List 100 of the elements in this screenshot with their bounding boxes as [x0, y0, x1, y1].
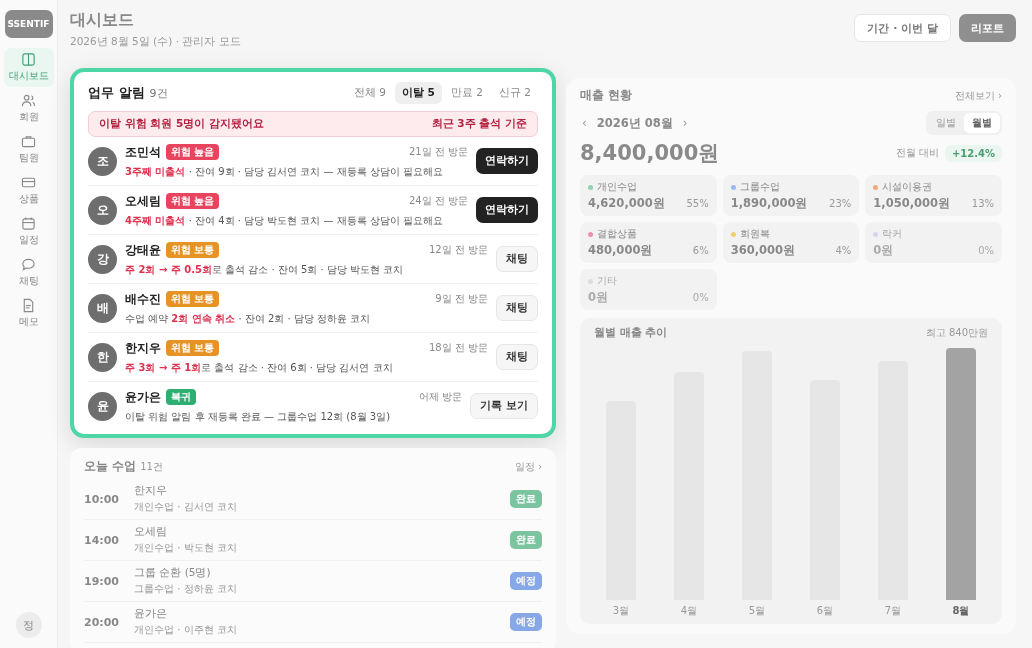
sidebar-item[interactable]: 채팅 [3, 253, 54, 292]
report-button[interactable]: 리포트 [959, 14, 1016, 42]
last-visit: 12일 전 방문 [428, 243, 488, 257]
class-name: 그룹 순환 (5명) [134, 566, 212, 580]
status-badge: 예정 [510, 572, 542, 590]
month-label: 8월 [952, 604, 970, 618]
view-all-link[interactable]: 전체보기 › [954, 88, 1002, 103]
contact-button[interactable]: 연락하기 [476, 197, 538, 223]
month-label: 4월 [680, 604, 698, 618]
risk-badge: 위험 보통 [166, 291, 220, 307]
filter-tab[interactable]: 전체 9 [346, 82, 393, 104]
month-label: 5월 [748, 604, 766, 618]
next-button[interactable]: › [680, 116, 690, 130]
total-amount: 8,400,000원 [580, 140, 720, 167]
category-amount: 0원 [873, 243, 894, 258]
action-button[interactable]: 채팅 [496, 246, 538, 272]
category-share: 23% [829, 198, 852, 209]
filter-tab[interactable]: 신규 2 [491, 82, 538, 104]
chart-title: 월별 매출 추이 [594, 326, 668, 340]
class-detail: 개인수업 · 김서연 코치 [134, 500, 238, 514]
filter-tab[interactable]: 만료 2 [443, 82, 490, 104]
class-count: 11건 [140, 460, 163, 474]
month-label: 2026년 08월 [596, 115, 673, 131]
member-avatar: 윤 [88, 391, 117, 421]
category-name: 기타 [597, 274, 617, 288]
member-avatar: 한 [88, 342, 117, 372]
previous-button[interactable]: ‹ [580, 116, 589, 130]
category-amount: 1,890,000원 [730, 196, 808, 211]
user-avatar[interactable]: 정 [15, 612, 42, 638]
category-name: 시설이용권 [882, 180, 933, 194]
class-detail: 개인수업 · 박도현 코치 [134, 541, 238, 555]
alert-detail: 주 3회 → 주 1회로 출석 감소 · 잔여 6회 · 담당 김서연 코치 [125, 360, 394, 375]
category-name: 회원복 [739, 227, 770, 241]
banner-note: 최근 3주 출석 기준 [431, 117, 527, 131]
risk-badge: 위험 보통 [166, 340, 220, 356]
category-amount: 360,000원 [730, 243, 796, 258]
class-time: 19:00 [84, 574, 120, 588]
briefcase-icon [21, 134, 36, 149]
alert-detail: 3주째 미출석 · 잔여 9회 · 담당 김서연 코치 — 재등록 상담이 필요해요 [125, 164, 445, 179]
banner-message: 이탈 위험 회원 5명이 감지됐어요 [99, 117, 264, 131]
category-name: 개인수업 [597, 180, 637, 194]
member-name: 조민석 [125, 143, 161, 161]
sidebar-item[interactable]: 일정 [3, 212, 54, 251]
risk-badge: 복귀 [166, 389, 196, 405]
alert-detail: 주 2회 → 주 0.5회로 출석 감소 · 잔여 5회 · 담당 박도현 코치 [125, 262, 405, 277]
member-name: 강태윤 [125, 241, 161, 259]
contact-button[interactable]: 연락하기 [476, 148, 538, 174]
category-amount: 1,050,000원 [873, 196, 951, 211]
risk-badge: 위험 높음 [166, 144, 220, 160]
class-name: 윤가은 [134, 607, 168, 621]
sidebar-item[interactable]: 상품 [3, 171, 54, 210]
category-share: 6% [692, 245, 709, 256]
class-time: 10:00 [84, 492, 120, 506]
last-visit: 24일 전 방문 [408, 194, 468, 208]
category-name: 결합상품 [597, 227, 637, 241]
status-badge: 예정 [510, 613, 542, 631]
member-avatar: 강 [88, 244, 117, 274]
sidebar-item[interactable]: 대시보드 [3, 48, 54, 87]
calendar-icon [21, 216, 36, 231]
category-name: 그룹수업 [739, 180, 780, 194]
action-button[interactable]: 채팅 [496, 344, 538, 370]
class-time: 14:00 [84, 533, 120, 547]
member-name: 윤가은 [125, 388, 161, 406]
class-name: 오세림 [134, 525, 168, 539]
action-button[interactable]: 채팅 [496, 295, 538, 321]
period-button[interactable]: 기간 · 이번 달 [854, 14, 951, 42]
month-label: 3월 [612, 604, 630, 618]
action-button[interactable]: 기록 보기 [470, 393, 538, 419]
app-logo: SSENTIF [4, 10, 53, 38]
member-avatar: 배 [88, 293, 117, 323]
category-share: 4% [835, 245, 852, 256]
card-title: 매출 현황 [580, 88, 632, 103]
sidebar-item[interactable]: 팀원 [3, 130, 54, 169]
alert-detail: 이탈 위험 알림 후 재등록 완료 — 그룹수업 12회 (8월 3일) [125, 409, 392, 424]
category-share: 0% [978, 245, 994, 256]
page-title: 대시보드 [70, 10, 135, 31]
change-badge: +12.4% [944, 144, 1002, 162]
compare-label: 전월 대비 [895, 146, 939, 160]
toggle-option[interactable]: 월별 [964, 113, 1000, 133]
card-title: 오늘 수업 [84, 458, 137, 475]
sidebar-item[interactable]: 메모 [3, 294, 54, 333]
month-label: 6월 [816, 604, 834, 618]
people-icon [21, 93, 36, 108]
filter-tab[interactable]: 이탈 5 [394, 82, 442, 104]
toggle-option[interactable]: 일별 [928, 113, 964, 133]
layout-icon [21, 52, 36, 67]
card-icon [21, 175, 36, 190]
member-name: 한지우 [125, 339, 161, 357]
last-visit: 21일 전 방문 [408, 145, 468, 159]
sidebar-item[interactable]: 회원 [3, 89, 54, 128]
category-share: 55% [686, 198, 709, 209]
status-badge: 완료 [510, 490, 542, 508]
status-badge: 완료 [510, 531, 542, 549]
chat-icon [21, 257, 36, 272]
alert-detail: 4주째 미출석 · 잔여 4회 · 담당 박도현 코치 — 재등록 상담이 필요해요 [125, 213, 445, 228]
member-name: 배수진 [125, 290, 161, 308]
last-visit: 9일 전 방문 [435, 292, 488, 306]
schedule-link[interactable]: 일정 › [514, 459, 542, 474]
member-avatar: 조 [88, 146, 117, 176]
category-share: 13% [971, 198, 994, 209]
